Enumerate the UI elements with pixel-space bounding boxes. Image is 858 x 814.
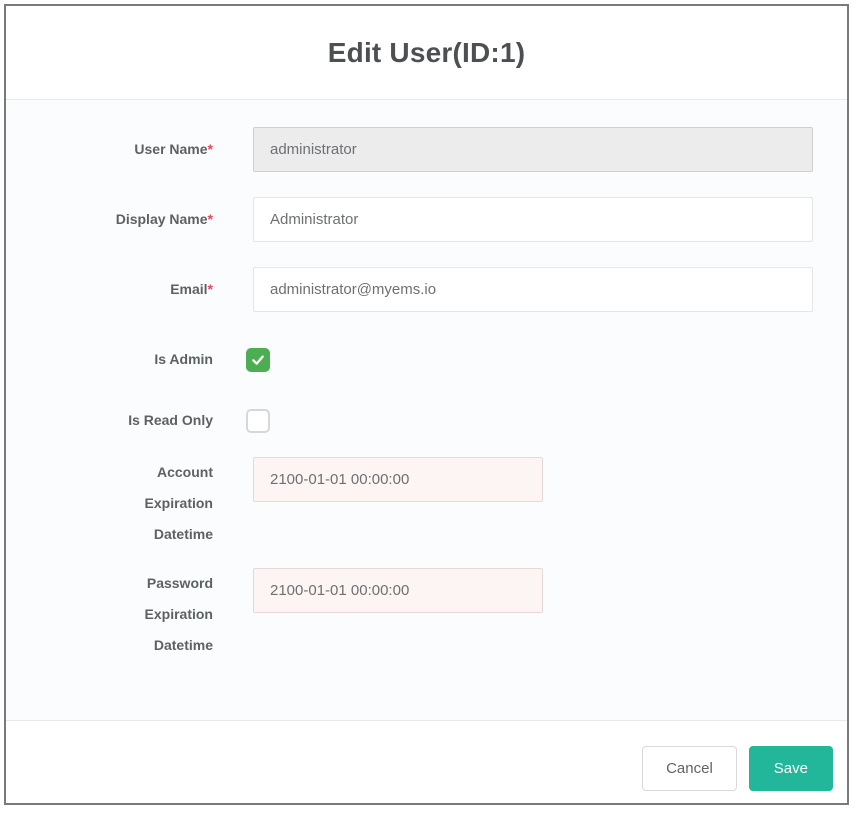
form-row-display-name: Display Name* bbox=[6, 197, 847, 242]
account-expiration-datetime-input[interactable] bbox=[253, 457, 543, 502]
edit-user-form: User Name* Display Name* Email* bbox=[6, 100, 847, 720]
display-name-label: Display Name* bbox=[116, 204, 213, 235]
edit-user-modal: Edit User(ID:1) User Name* Display Name*… bbox=[4, 4, 849, 805]
email-input[interactable] bbox=[253, 267, 813, 312]
save-button[interactable]: Save bbox=[749, 746, 833, 791]
user-name-input bbox=[253, 127, 813, 172]
password-expiration-datetime-input[interactable] bbox=[253, 568, 543, 613]
required-marker: * bbox=[208, 211, 213, 227]
user-name-label: User Name* bbox=[134, 134, 213, 165]
modal-header: Edit User(ID:1) bbox=[6, 6, 847, 100]
is-admin-label: Is Admin bbox=[154, 344, 213, 375]
form-row-password-expiration: Password Expiration Datetime bbox=[6, 568, 847, 661]
form-row-is-admin: Is Admin bbox=[6, 337, 847, 382]
form-row-is-read-only: Is Read Only bbox=[6, 398, 847, 443]
modal-footer: Cancel Save bbox=[6, 720, 847, 803]
modal-title: Edit User(ID:1) bbox=[328, 37, 525, 69]
account-expiration-label: Account Expiration Datetime bbox=[95, 457, 213, 550]
is-read-only-label: Is Read Only bbox=[128, 405, 213, 436]
is-admin-checkbox[interactable] bbox=[246, 348, 270, 372]
form-row-account-expiration: Account Expiration Datetime bbox=[6, 457, 847, 550]
required-marker: * bbox=[208, 281, 213, 297]
password-expiration-label: Password Expiration Datetime bbox=[95, 568, 213, 661]
cancel-button[interactable]: Cancel bbox=[642, 746, 737, 791]
is-read-only-checkbox[interactable] bbox=[246, 409, 270, 433]
form-row-user-name: User Name* bbox=[6, 127, 847, 172]
required-marker: * bbox=[208, 141, 213, 157]
form-row-email: Email* bbox=[6, 267, 847, 312]
email-label: Email* bbox=[170, 274, 213, 305]
display-name-input[interactable] bbox=[253, 197, 813, 242]
check-icon bbox=[250, 352, 266, 368]
